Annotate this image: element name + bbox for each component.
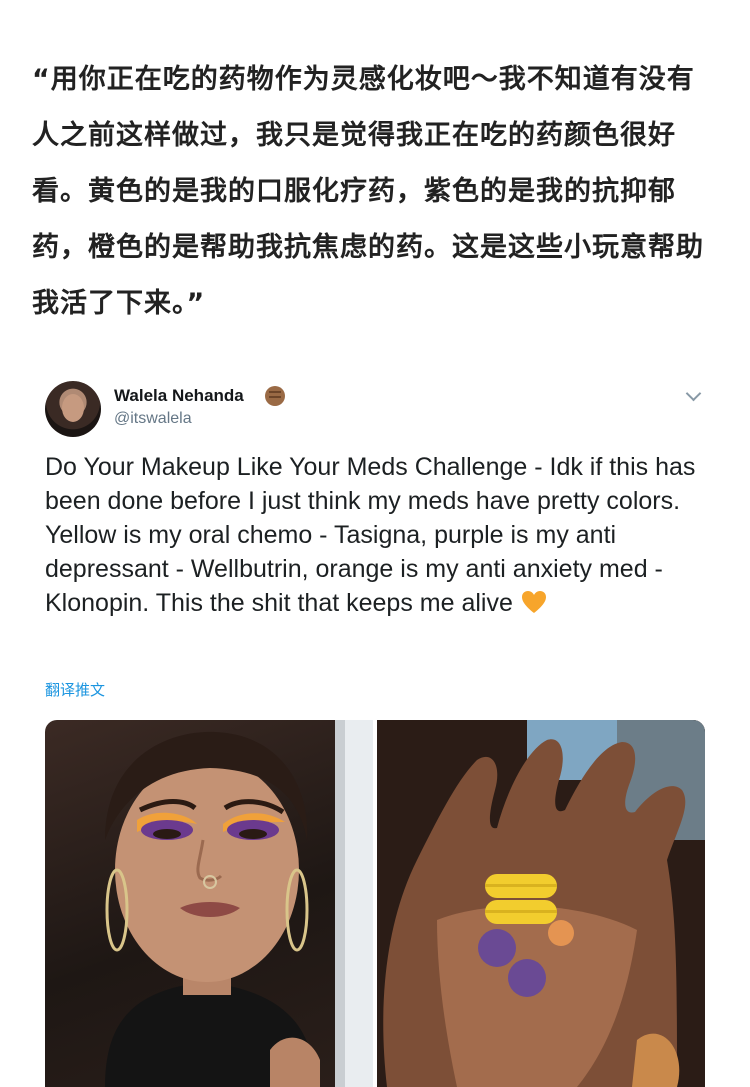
post-caption: “用你正在吃的药物作为灵感化妆吧～我不知道有没有人之前这样做过，我只是觉得我正在… [32, 64, 704, 319]
makeup-photo-illustration [105, 720, 373, 1087]
tweet-text: Do Your Makeup Like Your Meds Challenge … [45, 453, 696, 617]
pills-photo-illustration [377, 720, 705, 1087]
raised-fist-icon [265, 386, 285, 406]
display-name[interactable]: Walela Nehanda [114, 386, 244, 406]
avatar[interactable] [45, 381, 101, 437]
translate-tweet-link[interactable]: 翻译推文 [45, 679, 105, 700]
chevron-down-icon[interactable] [685, 385, 702, 402]
tweet-photo-makeup[interactable] [45, 720, 373, 1087]
tweet-photo-pills[interactable] [377, 720, 705, 1087]
embedded-tweet[interactable]: Walela Nehanda @itswalela Do Your Makeup… [28, 368, 722, 1087]
user-handle[interactable]: @itswalela [114, 410, 192, 428]
orange-heart-icon [521, 591, 546, 613]
tweet-text-block: Do Your Makeup Like Your Meds Challenge … [45, 450, 715, 620]
